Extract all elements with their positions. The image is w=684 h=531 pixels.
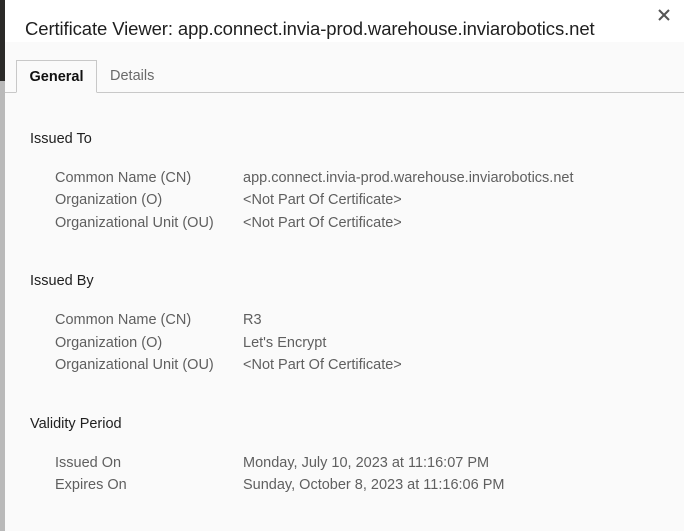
close-icon <box>658 9 670 21</box>
field-value: R3 <box>243 312 262 328</box>
section-title-issued-to: Issued To <box>30 131 92 147</box>
field-row: Common Name (CN) R3 <box>55 312 675 334</box>
field-value: Let's Encrypt <box>243 335 327 351</box>
field-row: Organizational Unit (OU) <Not Part Of Ce… <box>55 357 675 379</box>
field-row: Organizational Unit (OU) <Not Part Of Ce… <box>55 215 675 237</box>
tab-details[interactable]: Details <box>110 60 154 91</box>
field-row: Issued On Monday, July 10, 2023 at 11:16… <box>55 455 675 477</box>
field-value: Sunday, October 8, 2023 at 11:16:06 PM <box>243 477 505 493</box>
close-button[interactable] <box>653 3 675 25</box>
field-row: Organization (O) <Not Part Of Certificat… <box>55 192 675 214</box>
dialog-title: Certificate Viewer: app.connect.invia-pr… <box>25 18 595 39</box>
field-value: Monday, July 10, 2023 at 11:16:07 PM <box>243 455 490 471</box>
field-value: <Not Part Of Certificate> <box>243 215 402 231</box>
field-value: app.connect.invia-prod.warehouse.inviaro… <box>243 170 574 186</box>
field-label: Common Name (CN) <box>55 312 192 328</box>
field-row: Organization (O) Let's Encrypt <box>55 335 675 357</box>
field-label: Organization (O) <box>55 335 163 351</box>
tab-bar: General Details <box>5 60 684 93</box>
tab-general[interactable]: General <box>16 60 97 93</box>
field-row: Expires On Sunday, October 8, 2023 at 11… <box>55 477 675 499</box>
field-value: <Not Part Of Certificate> <box>243 357 402 373</box>
section-title-validity-period: Validity Period <box>30 416 122 432</box>
section-title-issued-by: Issued By <box>30 273 94 289</box>
dialog-header: Certificate Viewer: app.connect.invia-pr… <box>5 0 684 42</box>
field-value: <Not Part Of Certificate> <box>243 192 402 208</box>
field-row: Common Name (CN) app.connect.invia-prod.… <box>55 170 675 192</box>
field-label: Organization (O) <box>55 192 163 208</box>
field-label: Common Name (CN) <box>55 170 192 186</box>
field-label: Organizational Unit (OU) <box>55 357 214 373</box>
certificate-viewer-dialog: Certificate Viewer: app.connect.invia-pr… <box>5 0 684 531</box>
field-label: Expires On <box>55 477 127 493</box>
field-label: Issued On <box>55 455 122 471</box>
field-label: Organizational Unit (OU) <box>55 215 214 231</box>
